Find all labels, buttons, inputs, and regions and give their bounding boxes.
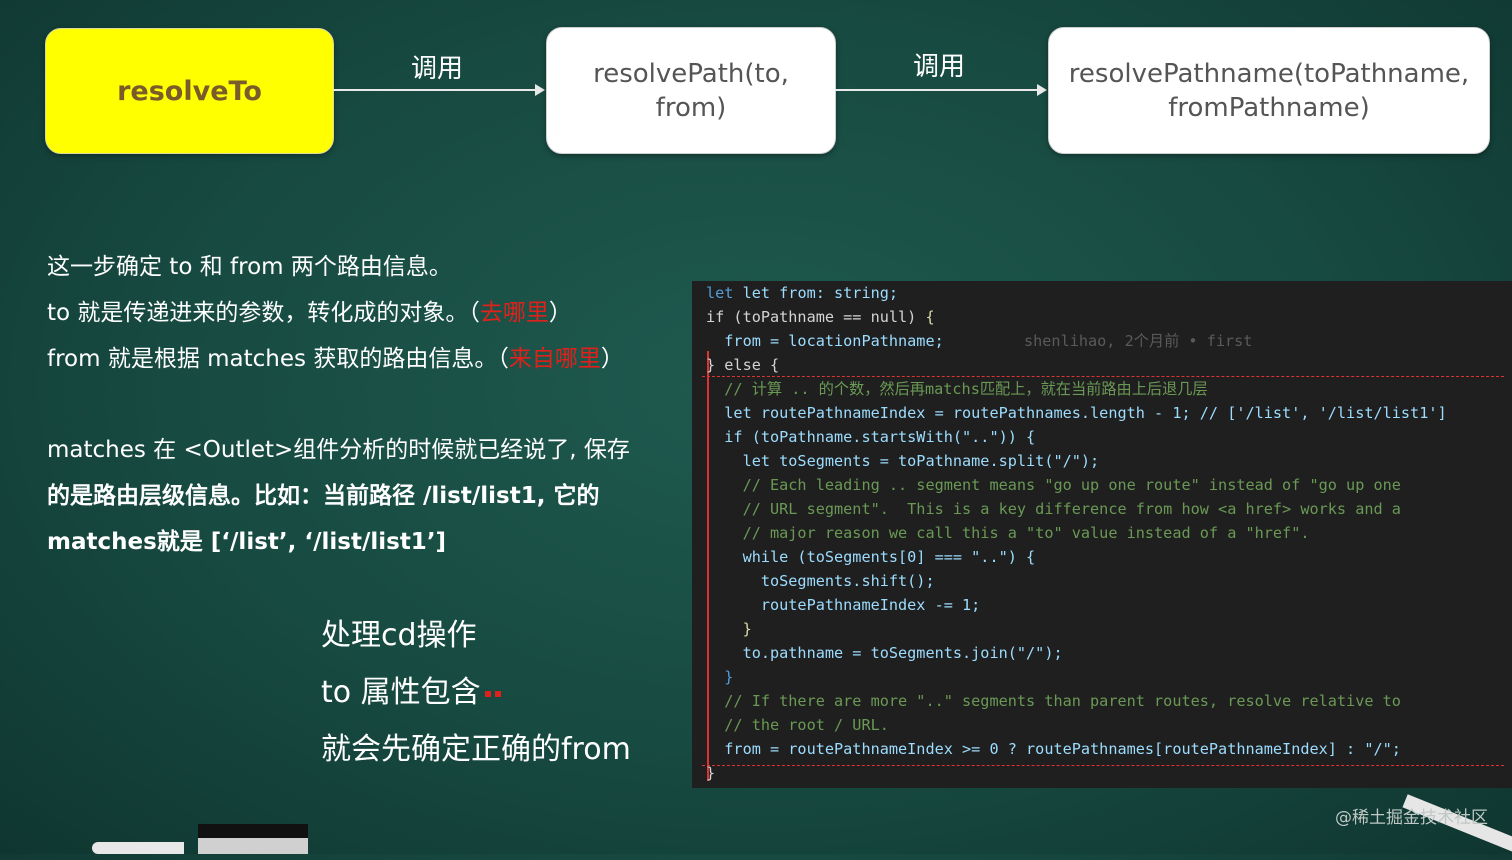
- code-line-12: while (toSegments[0] === "..") {: [706, 548, 1036, 566]
- resolve-to-box: resolveTo: [45, 28, 334, 154]
- git-blame: shenlihao, 2个月前 • first: [1024, 332, 1253, 350]
- matches-line-2: 的是路由层级信息。比如：当前路径 /list/list1, 它的: [47, 483, 600, 509]
- watermark: @稀土掘金技术社区: [1335, 808, 1488, 828]
- code-line-7: if (toPathname.startsWith("..")) {: [706, 428, 1036, 446]
- cd-heading: 处理cd操作: [321, 618, 477, 653]
- code-line-19: // the root / URL.: [706, 716, 889, 734]
- code-line-5: // 计算 .. 的个数，然后再matchs匹配上，就在当前路由上后退几层: [706, 380, 1208, 398]
- diff-bottom-border: [702, 765, 1504, 766]
- matches-line-3: matches就是 [‘/list’, ‘/list/list1’]: [47, 529, 447, 555]
- call-label-2: 调用: [913, 52, 966, 82]
- code-line-3: from = locationPathname;: [706, 332, 944, 350]
- chalk-piece: [92, 842, 184, 854]
- determine-from: 就会先确定正确的from: [321, 732, 631, 767]
- code-line-1: let let from: string;: [706, 284, 899, 302]
- resolve-path-box: resolvePath(to, from): [546, 27, 836, 154]
- code-line-4: } else {: [706, 356, 780, 374]
- desc-line-3: from 就是根据 matches 获取的路由信息。（来自哪里）: [47, 346, 624, 372]
- call-label-1: 调用: [411, 54, 464, 84]
- where-to-highlight: 去哪里: [479, 300, 549, 326]
- resolve-pathname-line1: resolvePathname(toPathname,: [1068, 58, 1470, 89]
- desc-line-2: to 就是传递进来的参数，转化成的对象。（去哪里）: [47, 300, 572, 326]
- where-from-highlight: 来自哪里: [508, 346, 601, 372]
- code-line-14: routePathnameIndex -= 1;: [706, 596, 981, 614]
- resolve-to-label: resolveTo: [117, 75, 262, 107]
- to-contains: to 属性包含: [321, 667, 501, 711]
- code-line-9: // Each leading .. segment means "go up …: [706, 476, 1401, 494]
- code-line-21: }: [706, 764, 716, 782]
- code-line-20: from = routePathnameIndex >= 0 ? routePa…: [706, 740, 1401, 758]
- code-line-11: // major reason we call this a "to" valu…: [706, 524, 1310, 542]
- desc-line-1: 这一步确定 to 和 from 两个路由信息。: [47, 254, 452, 280]
- code-line-6: let routePathnameIndex = routePathnames.…: [706, 404, 1447, 422]
- resolve-pathname-line2: fromPathname): [1168, 92, 1370, 123]
- code-line-16: to.pathname = toSegments.join("/");: [706, 644, 1063, 662]
- code-line-8: let toSegments = toPathname.split("/");: [706, 452, 1100, 470]
- code-line-13: toSegments.shift();: [706, 572, 935, 590]
- code-line-2: if (toPathname == null) {: [706, 308, 935, 326]
- code-panel: let let from: string; if (toPathname == …: [692, 281, 1512, 788]
- arrow-2: [835, 84, 1047, 96]
- code-line-15: }: [706, 620, 752, 638]
- resolve-pathname-box: resolvePathname(toPathname, fromPathname): [1048, 27, 1490, 154]
- arrow-1: [333, 84, 545, 96]
- resolve-path-line2: from): [655, 92, 727, 123]
- matches-line-1: matches 在 <Outlet>组件分析的时候就已经说了, 保存: [47, 437, 630, 463]
- resolve-path-line1: resolvePath(to,: [593, 58, 789, 89]
- code-line-18: // If there are more ".." segments than …: [706, 692, 1401, 710]
- eraser: [198, 824, 308, 854]
- code-line-10: // URL segment". This is a key differenc…: [706, 500, 1401, 518]
- code-line-17: }: [706, 668, 734, 686]
